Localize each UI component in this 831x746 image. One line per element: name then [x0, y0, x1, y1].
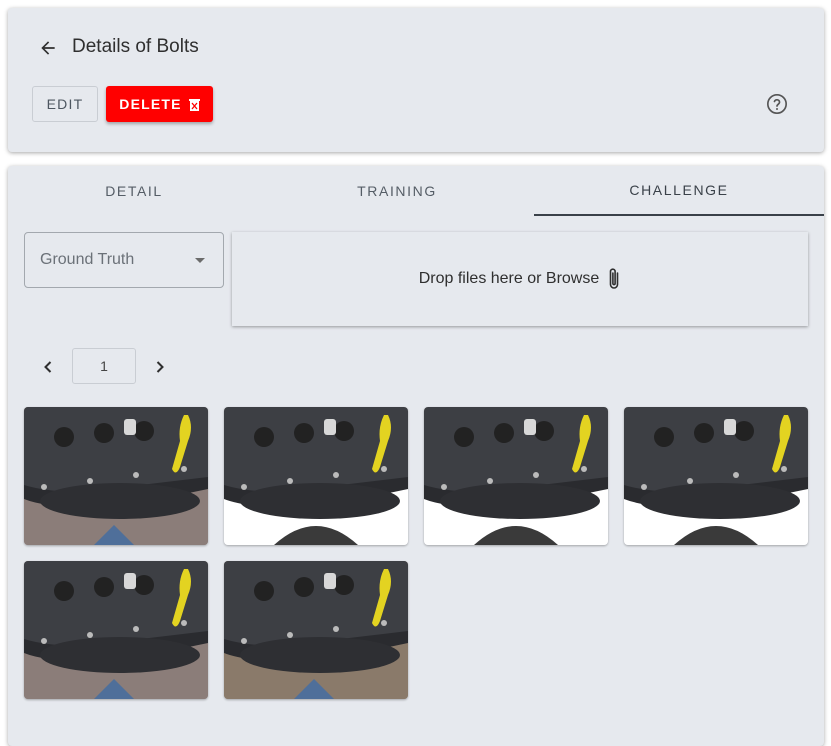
engine-photo-icon [24, 407, 208, 545]
dropzone-text: Drop files here or Browse [418, 270, 600, 287]
page-title: Details of Bolts [72, 36, 199, 57]
challenge-image-thumbnail[interactable] [224, 407, 408, 545]
delete-button[interactable]: DELETE [106, 86, 213, 122]
delete-button-label: DELETE [119, 96, 182, 112]
page-number: 1 [100, 358, 108, 374]
chevron-right-icon[interactable] [152, 359, 168, 375]
chevron-left-icon[interactable] [40, 359, 56, 375]
engine-photo-icon [424, 407, 608, 545]
engine-photo-icon [24, 561, 208, 699]
tab-training[interactable]: TRAINING [260, 166, 534, 216]
tab-training-label: TRAINING [357, 183, 437, 199]
challenge-image-thumbnail[interactable] [24, 407, 208, 545]
trash-icon [188, 98, 200, 111]
dropdown-caret-icon [195, 258, 205, 263]
page-number-field[interactable]: 1 [72, 348, 136, 384]
challenge-image-thumbnail[interactable] [624, 407, 808, 545]
arrow-back-icon[interactable] [38, 38, 58, 58]
challenge-image-thumbnail[interactable] [424, 407, 608, 545]
help-icon[interactable] [766, 93, 788, 115]
tab-challenge-label: CHALLENGE [629, 182, 729, 198]
paperclip-icon [609, 268, 619, 289]
ground-truth-select[interactable]: Ground Truth [24, 232, 224, 288]
tab-challenge[interactable]: CHALLENGE [534, 166, 824, 216]
select-value: Ground Truth [40, 251, 135, 268]
challenge-image-thumbnail[interactable] [224, 561, 408, 699]
file-dropzone[interactable]: Drop files here or Browse [232, 232, 808, 326]
challenge-image-thumbnail[interactable] [24, 561, 208, 699]
main-card: DETAIL TRAINING CHALLENGE Ground Truth D… [8, 166, 824, 746]
engine-photo-icon [224, 407, 408, 545]
edit-button[interactable]: EDIT [32, 86, 98, 122]
edit-button-label: EDIT [46, 96, 84, 112]
tab-bar: DETAIL TRAINING CHALLENGE [8, 166, 824, 216]
engine-photo-icon [624, 407, 808, 545]
tab-detail-label: DETAIL [105, 183, 163, 199]
tab-detail[interactable]: DETAIL [8, 166, 260, 216]
header-card: Details of Bolts EDIT DELETE [8, 8, 824, 152]
engine-photo-icon [224, 561, 408, 699]
